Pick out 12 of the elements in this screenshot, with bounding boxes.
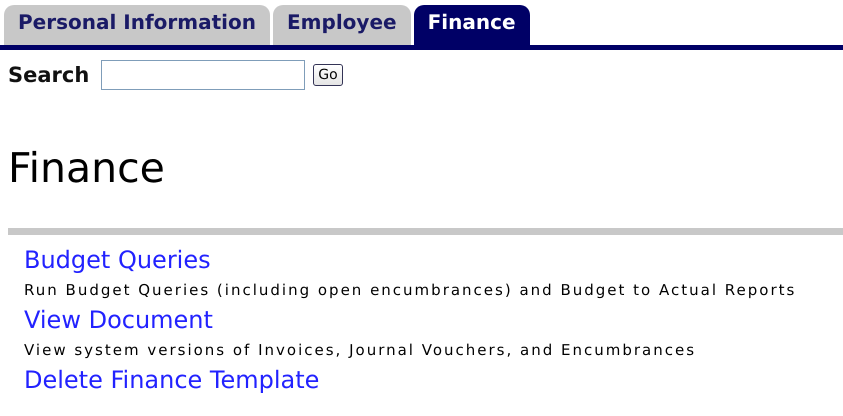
menu-link[interactable]: Budget Queries bbox=[24, 246, 211, 274]
link-description: Run Budget Queries (including open encumbrances) and Budget to Actual Reports bbox=[24, 281, 796, 299]
go-button[interactable]: Go bbox=[313, 64, 343, 86]
menu-link[interactable]: View Document bbox=[24, 306, 213, 334]
menu-link[interactable]: Delete Finance Template bbox=[24, 366, 320, 394]
search-label: Search bbox=[8, 63, 90, 87]
link-description: View system versions of Invoices, Journal Vouchers, and Encumbrances bbox=[24, 341, 696, 359]
tab[interactable]: Personal Information bbox=[4, 5, 270, 45]
tab[interactable]: Finance bbox=[414, 5, 530, 45]
page-title: Finance bbox=[7, 143, 166, 192]
search-field[interactable] bbox=[101, 60, 306, 90]
tab[interactable]: Employee bbox=[273, 5, 411, 45]
